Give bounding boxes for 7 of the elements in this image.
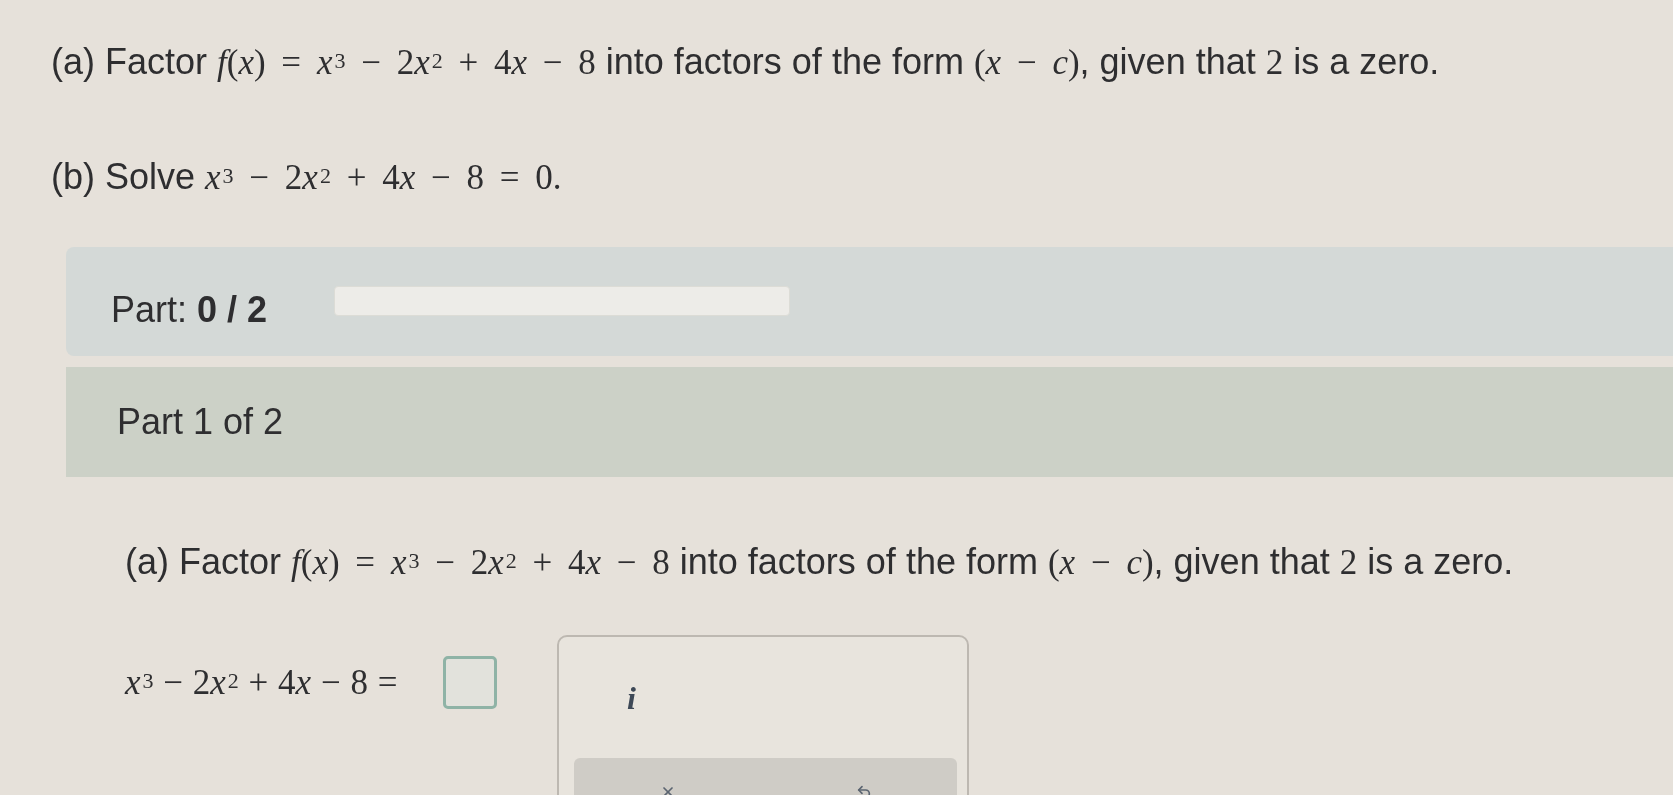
question-text: (a) Factor f(x) = x$^{3}$ − 2x$^{2}$ + 4x − 8 into factors of the form (x − c), given that 2 is a zero.	[51, 40, 1440, 84]
equation-text: x$^{3}$ − 2x$^{2}$ + 4x − 8 =	[125, 662, 398, 704]
part-counter: Part: 0 / 2	[111, 288, 268, 330]
part-title: Part 1 of 2	[117, 400, 284, 444]
question-text: (b) Solve x$^{3}$ − 2x$^{2}$ + 4x − 8 = 0.	[51, 155, 562, 199]
keypad-key[interactable]: i	[621, 680, 642, 716]
question-text: (a) Factor f(x) = x$^{3}$ − 2x$^{2}$ + 4x − 8 into factors of the form (x − c), given that 2 is a zero.	[125, 540, 1514, 584]
